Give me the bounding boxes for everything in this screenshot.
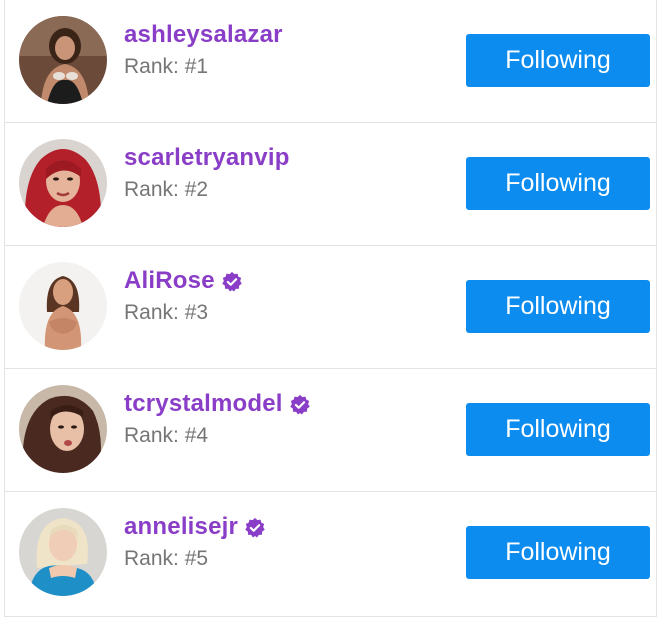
username-link[interactable]: AliRose bbox=[124, 267, 215, 295]
avatar-photo-icon bbox=[19, 16, 107, 104]
username-link[interactable]: ashleysalazar bbox=[124, 21, 283, 49]
verified-badge-icon bbox=[244, 517, 266, 539]
username-line: tcrystalmodel bbox=[124, 389, 311, 419]
username-line: AliRose bbox=[124, 266, 243, 296]
user-row: ashleysalazar Rank: #1 Following bbox=[5, 0, 656, 123]
following-button[interactable]: Following bbox=[466, 526, 650, 579]
verified-badge-icon bbox=[221, 271, 243, 293]
username-line: ashleysalazar bbox=[124, 20, 283, 50]
rank-label: Rank: #3 bbox=[124, 301, 209, 324]
user-row: annelisejr Rank: #5 Following bbox=[5, 492, 656, 617]
user-row: AliRose Rank: #3 Following bbox=[5, 246, 656, 369]
following-button[interactable]: Following bbox=[466, 34, 650, 87]
rank-label: Rank: #1 bbox=[124, 55, 209, 78]
user-avatar[interactable] bbox=[19, 262, 107, 350]
user-avatar[interactable] bbox=[19, 385, 107, 473]
ranked-user-list: ashleysalazar Rank: #1 Following scarlet… bbox=[4, 0, 657, 617]
username-link[interactable]: scarletryanvip bbox=[124, 144, 290, 172]
avatar-photo-icon bbox=[19, 385, 107, 473]
rank-label: Rank: #5 bbox=[124, 547, 209, 570]
user-row: scarletryanvip Rank: #2 Following bbox=[5, 123, 656, 246]
user-avatar[interactable] bbox=[19, 139, 107, 227]
avatar-photo-icon bbox=[19, 508, 107, 596]
rank-label: Rank: #2 bbox=[124, 178, 209, 201]
following-button[interactable]: Following bbox=[466, 157, 650, 210]
following-button[interactable]: Following bbox=[466, 280, 650, 333]
verified-badge-icon bbox=[289, 394, 311, 416]
username-link[interactable]: tcrystalmodel bbox=[124, 390, 283, 418]
username-link[interactable]: annelisejr bbox=[124, 513, 238, 541]
avatar-photo-icon bbox=[19, 139, 107, 227]
following-button[interactable]: Following bbox=[466, 403, 650, 456]
user-avatar[interactable] bbox=[19, 16, 107, 104]
username-line: scarletryanvip bbox=[124, 143, 290, 173]
user-avatar[interactable] bbox=[19, 508, 107, 596]
rank-label: Rank: #4 bbox=[124, 424, 209, 447]
username-line: annelisejr bbox=[124, 512, 266, 542]
user-row: tcrystalmodel Rank: #4 Following bbox=[5, 369, 656, 492]
avatar-photo-icon bbox=[19, 262, 107, 350]
